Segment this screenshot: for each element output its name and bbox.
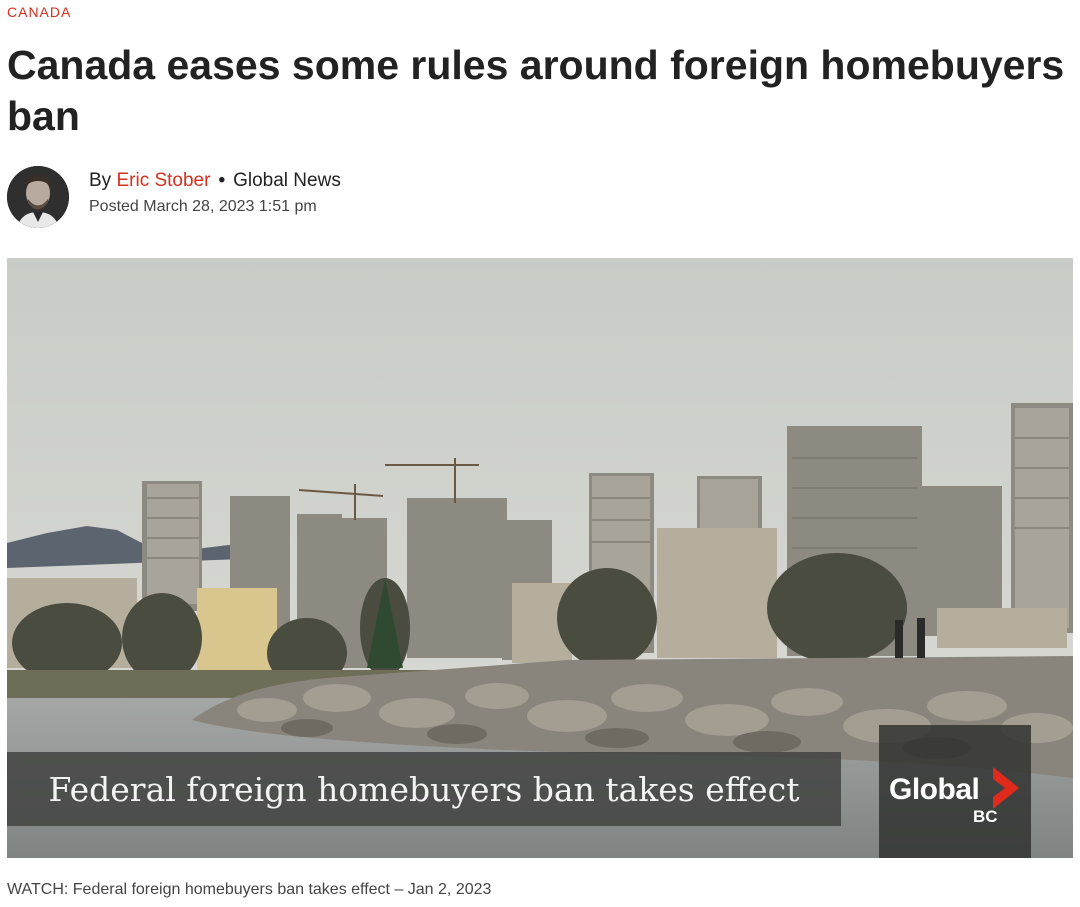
avatar-image	[7, 166, 69, 228]
network-logo-region: BC	[973, 807, 998, 826]
network-logo-word: Global	[889, 773, 980, 806]
byline-prefix: By	[89, 170, 112, 191]
byline-separator: •	[218, 170, 226, 191]
author-link[interactable]: Eric Stober	[116, 170, 210, 191]
byline-text: By Eric Stober • Global News Posted March …	[89, 168, 341, 220]
byline: By Eric Stober • Global News Posted March …	[7, 166, 607, 228]
video-lower-third: Federal foreign homebuyers ban takes eff…	[7, 752, 841, 826]
lower-third-text: Federal foreign homebuyers ban takes eff…	[48, 769, 800, 809]
chevron-right-icon	[993, 767, 1019, 809]
posted-date: Posted March 28, 2023 1:51 pm	[89, 198, 317, 215]
network-logo: Global BC	[879, 725, 1031, 858]
video-caption: WATCH: Federal foreign homebuyers ban ta…	[7, 881, 492, 898]
source-name: Global News	[233, 170, 341, 191]
video-player[interactable]: Federal foreign homebuyers ban takes eff…	[7, 258, 1073, 858]
category-link[interactable]: CANADA	[7, 4, 71, 20]
byline-row: By Eric Stober • Global News	[89, 168, 341, 194]
page-title: Canada eases some rules around foreign h…	[7, 42, 1065, 139]
author-avatar[interactable]	[7, 166, 69, 228]
